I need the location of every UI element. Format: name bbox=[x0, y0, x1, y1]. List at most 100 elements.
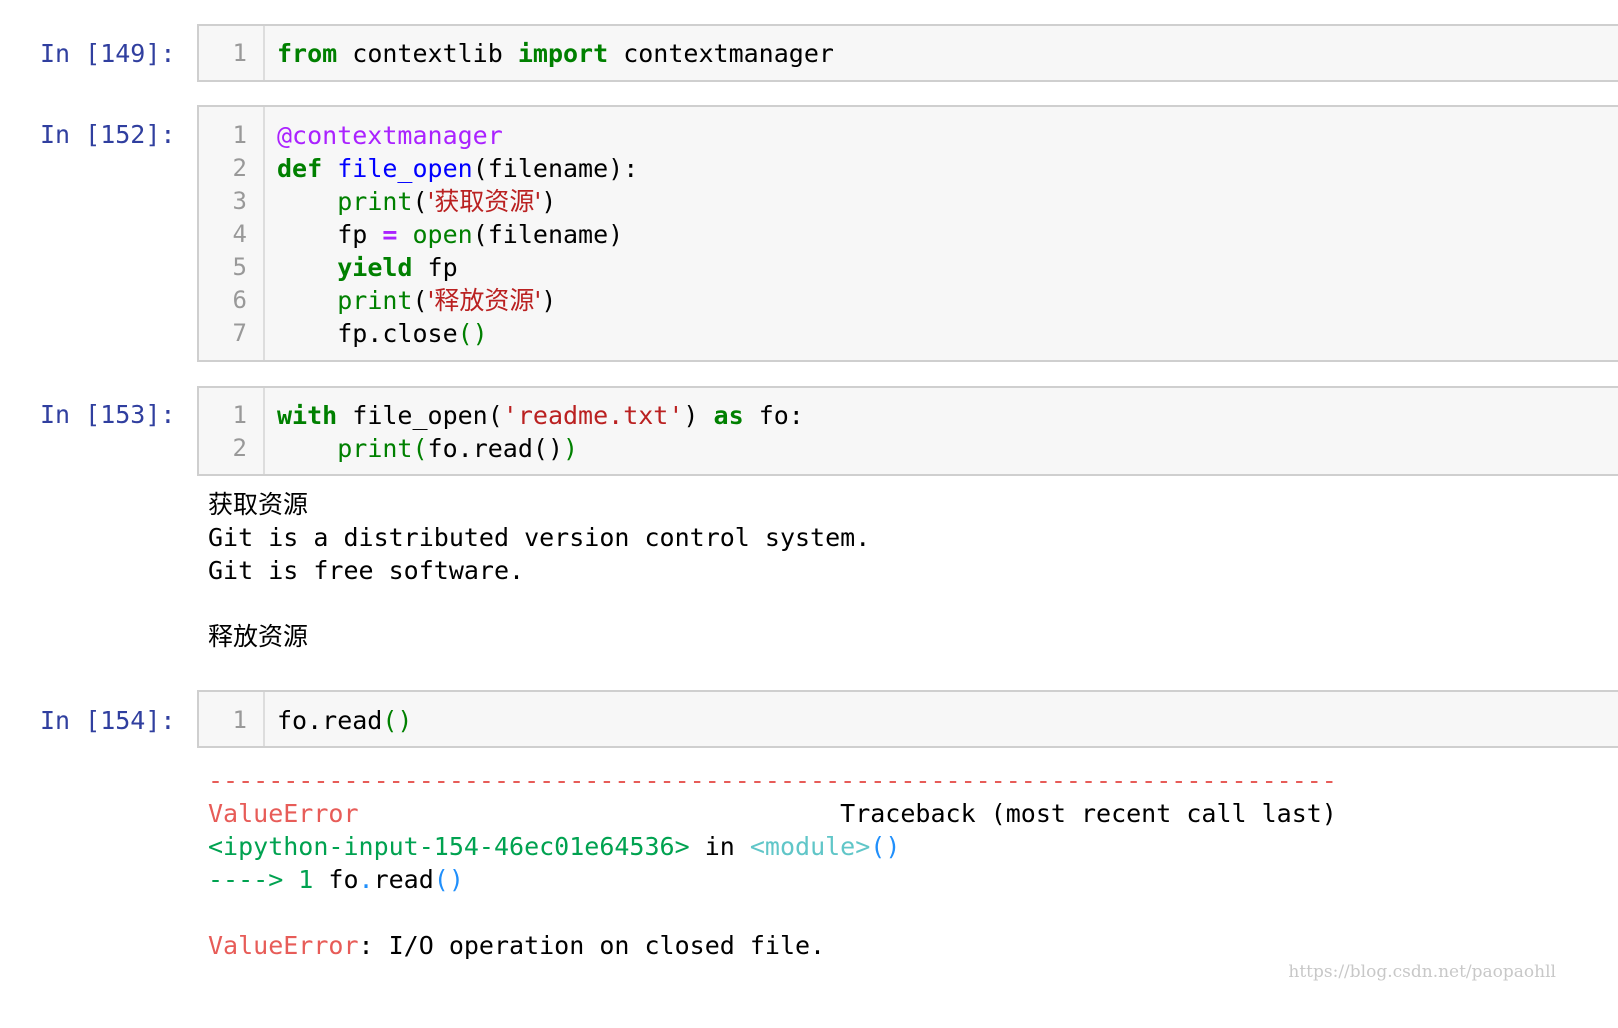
code-token: file_open( bbox=[337, 401, 503, 430]
code-token: = bbox=[382, 220, 398, 249]
code-line: fo.read() bbox=[277, 704, 412, 737]
code-input-area[interactable]: 12 with file_open('readme.txt') as fo: p… bbox=[197, 386, 1618, 476]
output-line: 释放资源 bbox=[208, 622, 309, 651]
output-line: Git is free software. bbox=[208, 556, 525, 585]
traceback-line: <ipython-input-154-46ec01e64536> in <mod… bbox=[208, 830, 1337, 863]
code-token: 'readme.txt' bbox=[502, 401, 684, 430]
code-token: @contextmanager bbox=[277, 121, 503, 150]
code-token: <ipython-input-154-46ec01e64536> bbox=[208, 832, 690, 861]
code-line: print('释放资源') bbox=[277, 284, 638, 317]
traceback-line: ----> 1 fo.read() bbox=[208, 863, 1337, 896]
cell-prompt: In [149]: bbox=[40, 39, 176, 68]
code-lines: fo.read() bbox=[277, 704, 412, 737]
code-token: yield bbox=[337, 253, 413, 282]
code-token: Traceback (most recent call last) bbox=[358, 799, 1337, 828]
code-token: fo.read() bbox=[427, 434, 564, 463]
code-lines: with file_open('readme.txt') as fo: prin… bbox=[277, 399, 804, 465]
line-number: 2 bbox=[232, 434, 247, 462]
cell-prompt: In [152]: bbox=[40, 120, 176, 149]
cell-prompt: In [154]: bbox=[40, 706, 176, 735]
traceback-line bbox=[208, 896, 1337, 929]
line-number: 1 bbox=[232, 39, 247, 67]
output-line: 获取资源 bbox=[208, 490, 309, 519]
code-token: from bbox=[277, 39, 338, 68]
code-token: ( bbox=[412, 187, 428, 216]
code-token: fp.close bbox=[277, 319, 458, 348]
line-number: 4 bbox=[232, 220, 247, 248]
code-token: . bbox=[358, 865, 374, 894]
code-token: ValueError bbox=[208, 931, 359, 960]
code-input-area[interactable]: 1 from contextlib import contextmanager bbox=[197, 24, 1618, 82]
code-line: @contextmanager bbox=[277, 119, 638, 152]
cell-prompt: In [153]: bbox=[40, 400, 176, 429]
error-traceback: ----------------------------------------… bbox=[208, 764, 1337, 962]
code-token: contextmanager bbox=[608, 39, 834, 68]
code-token: ValueError bbox=[208, 799, 359, 828]
code-lines: from contextlib import contextmanager bbox=[277, 37, 834, 70]
line-number: 1 bbox=[232, 121, 247, 149]
code-token: print bbox=[337, 434, 413, 463]
code-token: ) bbox=[541, 187, 557, 216]
code-line: with file_open('readme.txt') as fo: bbox=[277, 399, 804, 432]
line-number: 1 bbox=[232, 706, 247, 734]
line-number-gutter: 1 bbox=[199, 692, 265, 746]
code-token: fo: bbox=[743, 401, 804, 430]
code-token: () bbox=[457, 319, 488, 348]
code-token: fp bbox=[277, 220, 383, 249]
code-token: as bbox=[713, 401, 744, 430]
code-token: () bbox=[870, 832, 901, 861]
cell-output-153: 获取资源 Git is a distributed version control… bbox=[208, 488, 870, 653]
traceback-line: ValueError Traceback (most recent call l… bbox=[208, 797, 1337, 830]
line-number-gutter: 1 2 3 4 5 6 7 bbox=[199, 107, 265, 360]
line-number: 6 bbox=[232, 286, 247, 314]
line-number: 1 bbox=[232, 401, 247, 429]
output-line: Git is a distributed version control sys… bbox=[208, 523, 871, 552]
code-token: ( bbox=[412, 286, 428, 315]
code-line: from contextlib import contextmanager bbox=[277, 37, 834, 70]
code-token: open bbox=[412, 220, 473, 249]
code-token: fp bbox=[412, 253, 458, 282]
code-token: read bbox=[373, 865, 434, 894]
code-token: ) bbox=[683, 401, 714, 430]
code-token: (filename): bbox=[472, 154, 639, 183]
code-token: '释放资源' bbox=[427, 286, 542, 315]
code-token: import bbox=[517, 39, 609, 68]
code-token: <module> bbox=[749, 832, 871, 861]
code-token: fo bbox=[313, 865, 359, 894]
line-number-gutter: 12 bbox=[199, 388, 265, 474]
code-token: () bbox=[433, 865, 464, 894]
code-line: print(fo.read()) bbox=[277, 432, 804, 465]
code-token: ) bbox=[541, 286, 557, 315]
code-token: fo.read bbox=[277, 706, 383, 735]
code-token: ( bbox=[412, 434, 428, 463]
code-token: (filename) bbox=[472, 220, 624, 249]
watermark: https://blog.csdn.net/paopaohll bbox=[1288, 962, 1556, 982]
code-token: : I/O operation on closed file. bbox=[358, 931, 826, 960]
code-token: file_open bbox=[337, 154, 473, 183]
code-token: '获取资源' bbox=[427, 187, 542, 216]
code-line: fp = open(filename) bbox=[277, 218, 638, 251]
line-number-gutter: 1 bbox=[199, 26, 265, 80]
traceback-line: ----------------------------------------… bbox=[208, 764, 1337, 797]
code-token: contextlib bbox=[337, 39, 518, 68]
code-lines: @contextmanager def file_open(filename): … bbox=[277, 119, 638, 350]
code-token: ) bbox=[563, 434, 579, 463]
code-token: print bbox=[337, 286, 413, 315]
code-token: ----> 1 bbox=[208, 865, 314, 894]
code-token: in bbox=[689, 832, 750, 861]
code-line: yield fp bbox=[277, 251, 638, 284]
code-input-area[interactable]: 1234567 @contextmanager def file_open(fil… bbox=[197, 105, 1618, 362]
traceback-line: ValueError: I/O operation on closed file… bbox=[208, 929, 1337, 962]
code-line: fp.close() bbox=[277, 317, 638, 350]
line-number: 7 bbox=[232, 319, 247, 347]
line-number: 2 bbox=[232, 154, 247, 182]
code-token: ----------------------------------------… bbox=[208, 766, 1337, 795]
code-input-area[interactable]: 1 fo.read() bbox=[197, 690, 1618, 748]
